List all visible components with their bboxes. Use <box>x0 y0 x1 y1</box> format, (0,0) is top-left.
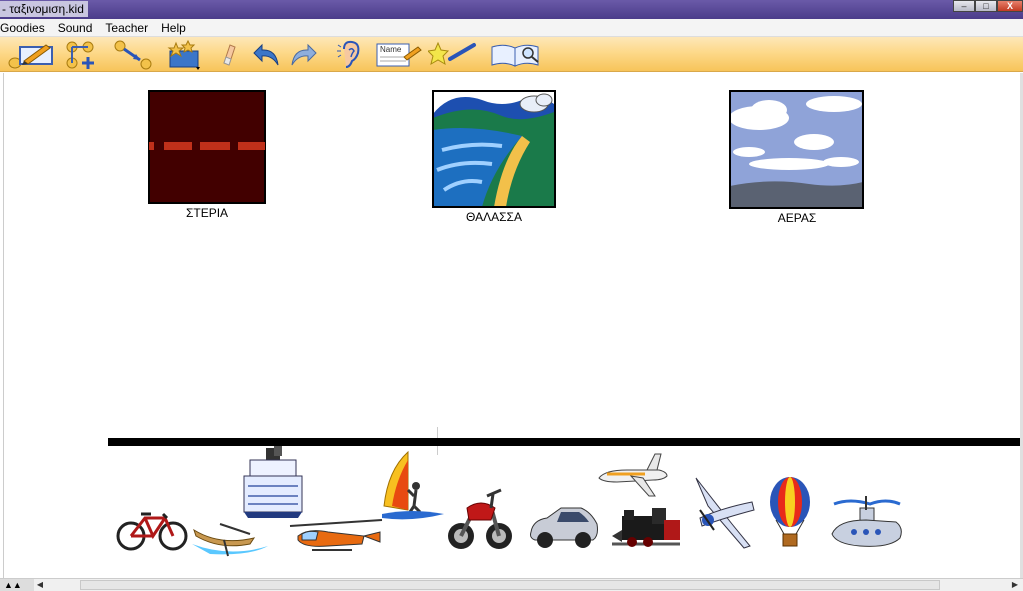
menu-goodies[interactable]: Goodies <box>0 20 52 36</box>
category-label: ΘΑΛΑΣΣΑ <box>466 210 522 224</box>
mountain-icon[interactable]: ▲▲ <box>0 579 34 591</box>
sea-coast-icon <box>432 90 556 208</box>
undo-icon[interactable] <box>250 39 282 70</box>
shelf-divider <box>108 438 1023 446</box>
scroll-right-arrow-icon[interactable]: ▶ <box>1009 579 1021 591</box>
submarine-sticker[interactable] <box>830 492 904 554</box>
link-tool-icon[interactable] <box>112 39 154 70</box>
close-button[interactable]: X <box>997 0 1023 12</box>
propeller-plane-sticker[interactable] <box>692 474 758 550</box>
star-box-icon[interactable] <box>166 39 204 70</box>
magic-wand-icon[interactable] <box>426 39 478 70</box>
sky-clouds-icon <box>729 90 864 209</box>
menu-teacher[interactable]: Teacher <box>105 20 155 36</box>
book-search-icon[interactable] <box>488 39 544 70</box>
jet-plane-sticker[interactable] <box>597 452 669 498</box>
eraser-icon[interactable] <box>218 39 238 70</box>
car-sticker[interactable] <box>527 502 601 550</box>
minimize-button[interactable]: – <box>953 0 975 12</box>
rowboat-sticker[interactable] <box>190 520 270 558</box>
category-land[interactable]: ΣΤΕΡΙΑ <box>147 90 267 220</box>
menu-help[interactable]: Help <box>161 20 193 36</box>
road-icon <box>148 90 266 204</box>
windsurfer-sticker[interactable] <box>378 450 446 522</box>
add-node-icon[interactable] <box>64 39 100 70</box>
window-title: - ταξινομιση.kid <box>0 1 88 17</box>
pencil-slate-icon[interactable] <box>6 39 56 70</box>
scroll-left-arrow-icon[interactable]: ◀ <box>34 579 46 591</box>
ear-icon[interactable] <box>334 39 364 70</box>
motorcycle-sticker[interactable] <box>447 486 513 556</box>
category-air[interactable]: ΑΕΡΑΣ <box>729 90 865 225</box>
category-sea[interactable]: ΘΑΛΑΣΣΑ <box>432 90 556 224</box>
category-label: ΑΕΡΑΣ <box>777 211 817 225</box>
category-label: ΣΤΕΡΙΑ <box>185 206 229 220</box>
scrollbar-thumb[interactable] <box>80 580 940 590</box>
maximize-button[interactable]: □ <box>975 0 997 12</box>
cruise-ship-sticker[interactable] <box>240 446 306 520</box>
steam-train-sticker[interactable] <box>608 506 682 550</box>
redo-icon[interactable] <box>288 39 320 70</box>
helicopter-sticker[interactable] <box>288 518 386 554</box>
title-bar: - ταξινομιση.kid – □ X <box>0 0 1023 19</box>
horizontal-scrollbar[interactable]: ▲▲ ◀ ▶ <box>0 578 1023 591</box>
hot-air-balloon-sticker[interactable] <box>768 476 812 548</box>
toolbar: Name <box>0 37 1023 72</box>
menu-bar: Goodies Sound Teacher Help <box>0 19 1023 37</box>
bicycle-sticker[interactable] <box>116 508 189 552</box>
window-controls: – □ X <box>953 0 1023 12</box>
name-card-icon[interactable]: Name <box>374 39 424 70</box>
menu-sound[interactable]: Sound <box>58 20 100 36</box>
name-card-label: Name <box>380 45 402 54</box>
